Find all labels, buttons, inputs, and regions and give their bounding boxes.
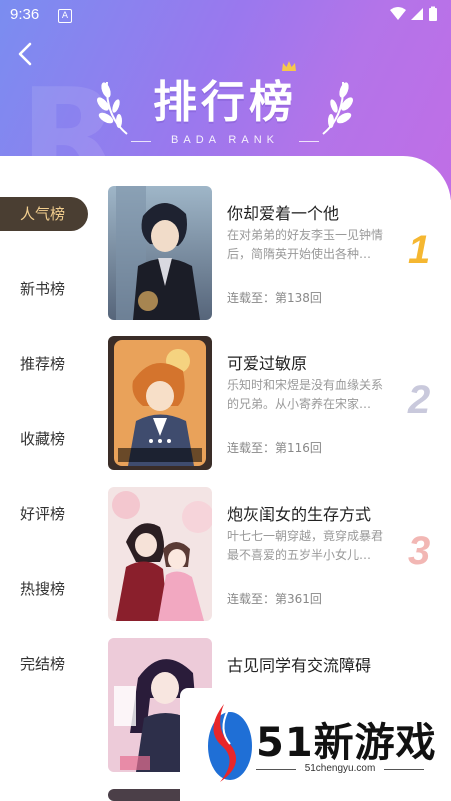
- book-cover[interactable]: [108, 487, 212, 621]
- subtitle-divider-right: [299, 141, 319, 142]
- battery-icon: [429, 8, 437, 21]
- book-chapter: 连载至：第361回: [227, 592, 322, 606]
- book-title: 可爱过敏原: [227, 354, 308, 373]
- sidebar-item-hot-search[interactable]: 热搜榜: [0, 572, 90, 606]
- book-item[interactable]: 你却爱着一个他 在对弟弟的好友李玉一见钟情后，简隋英开始使出各种… 连载至：第1…: [108, 186, 443, 321]
- back-button[interactable]: [14, 40, 38, 68]
- rank-title-block: 排行榜 BADA RANK: [95, 60, 355, 155]
- book-description: 叶七七一朝穿越，竟穿成暴君最不喜爱的五岁半小女儿…: [227, 529, 384, 562]
- rank-badge: 3: [408, 529, 431, 573]
- sidebar-item-new[interactable]: 新书榜: [0, 272, 90, 306]
- page-subtitle: BADA RANK: [171, 134, 279, 146]
- site-watermark: 51新游戏 51chengyu.com: [180, 688, 451, 801]
- book-item[interactable]: 炮灰闺女的生存方式 叶七七一朝穿越，竟穿成暴君最不喜爱的五岁半小女儿… 连载至：…: [108, 487, 443, 622]
- book-cover[interactable]: [108, 186, 212, 320]
- book-title: 你却爱着一个他: [227, 204, 340, 223]
- book-description: 在对弟弟的好友李玉一见钟情后，简隋英开始使出各种…: [227, 228, 384, 261]
- watermark-divider-right: [384, 769, 424, 770]
- page-title: 排行榜: [153, 77, 297, 128]
- signal-icon: [411, 8, 423, 20]
- sidebar-item-popular[interactable]: 人气榜: [0, 197, 88, 231]
- rank-badge: 2: [408, 378, 431, 422]
- book-title: 炮灰闺女的生存方式: [227, 505, 372, 524]
- book-chapter: 连载至：第116回: [227, 441, 322, 455]
- book-item[interactable]: 可爱过敏原 乐知时和宋煜是没有血缘关系的兄弟。从小寄养在宋家… 连载至：第116…: [108, 336, 443, 471]
- watermark-brand: 51新游戏: [256, 720, 437, 766]
- status-time: 9:36: [10, 6, 40, 23]
- sidebar-item-favorite[interactable]: 收藏榜: [0, 422, 90, 456]
- book-title: 古见同学有交流障碍: [227, 656, 372, 675]
- sidebar-item-completed[interactable]: 完结榜: [0, 647, 90, 681]
- status-icons: [389, 6, 441, 26]
- rank-badge: 1: [408, 228, 431, 272]
- status-bar: 9:36 A: [0, 0, 451, 30]
- book-description: 乐知时和宋煜是没有血缘关系的兄弟。从小寄养在宋家…: [227, 378, 384, 411]
- rank-category-sidebar: 人气榜 新书榜 推荐榜 收藏榜 好评榜 热搜榜 完结榜: [0, 156, 96, 801]
- watermark-logo-icon: [208, 704, 252, 782]
- book-cover[interactable]: [108, 336, 212, 470]
- status-indicator-icon: A: [58, 9, 72, 23]
- book-chapter: 连载至：第138回: [227, 291, 322, 305]
- sidebar-item-recommend[interactable]: 推荐榜: [0, 347, 90, 381]
- wifi-icon: [390, 7, 406, 20]
- back-arrow-icon: [18, 42, 32, 66]
- sidebar-item-rating[interactable]: 好评榜: [0, 497, 90, 531]
